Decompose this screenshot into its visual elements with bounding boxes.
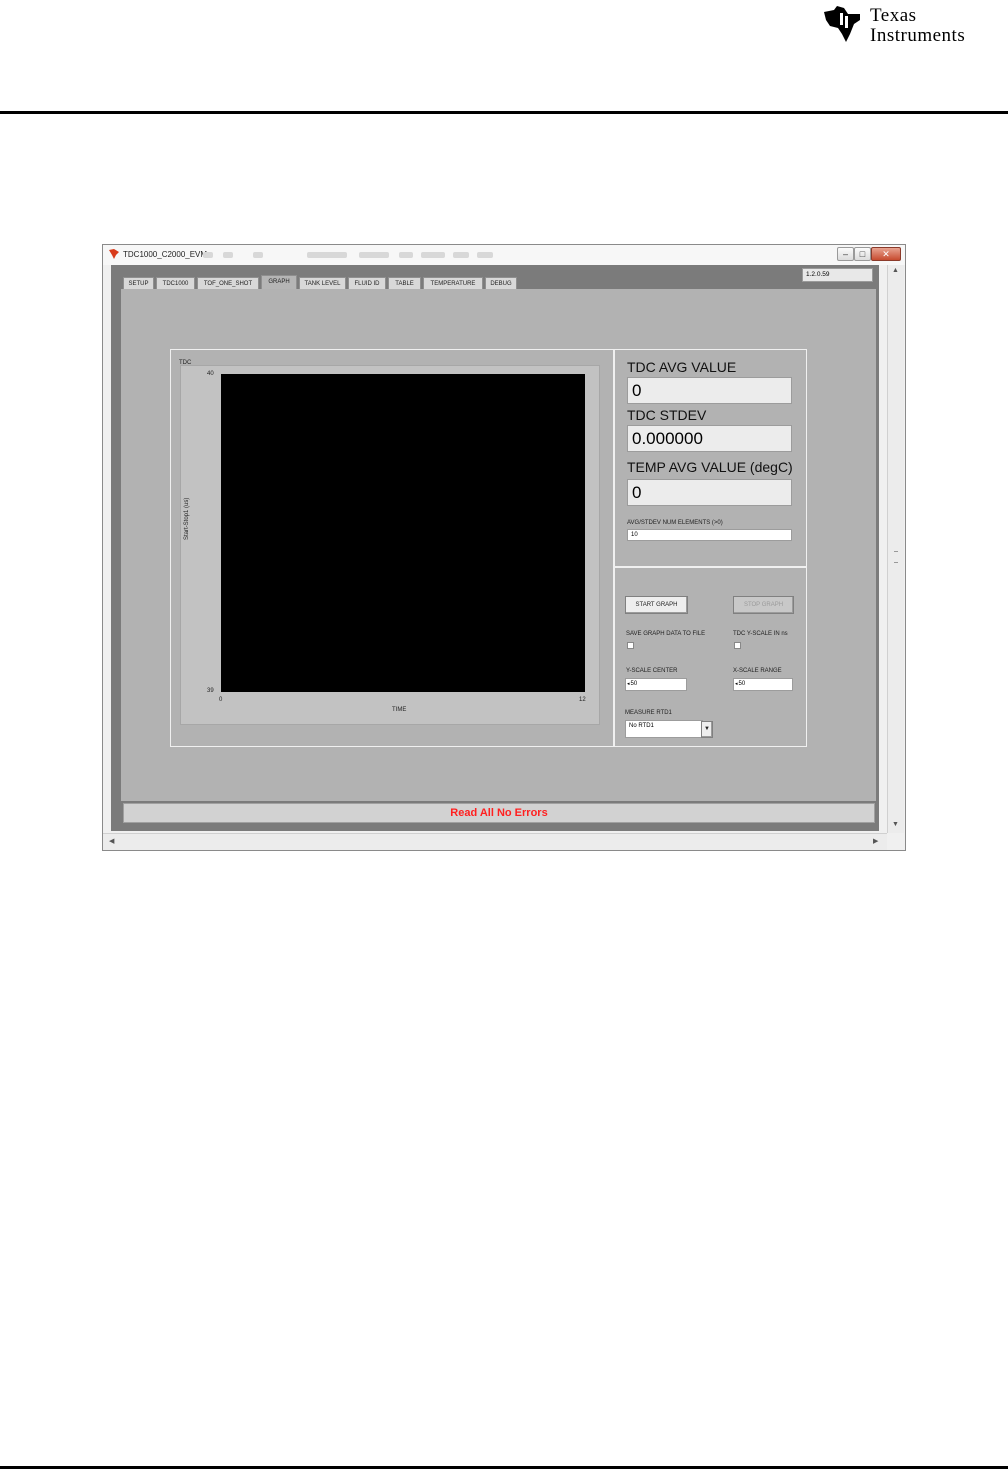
graph-title: TDC	[179, 360, 192, 366]
measure-rtd1-select[interactable]: No RTD1	[625, 720, 703, 738]
save-graph-label: SAVE GRAPH DATA TO FILE	[626, 631, 706, 637]
scroll-down-arrow-icon[interactable]: ▼	[892, 821, 899, 828]
chevron-down-icon[interactable]: ▼	[701, 721, 713, 738]
scrollbar-grip[interactable]	[894, 551, 898, 563]
status-bar: Read All No Errors	[123, 803, 875, 823]
footer-rule	[0, 1466, 1008, 1469]
measure-rtd1-value: No RTD1	[629, 723, 654, 729]
x-scale-range-value: 50	[738, 681, 746, 687]
vertical-scrollbar[interactable]: ▲ ▼	[887, 265, 904, 833]
x-scale-range-input[interactable]: ◂50	[733, 678, 793, 691]
temp-avg-value: 0	[627, 479, 792, 506]
scroll-left-arrow-icon[interactable]: ◀	[109, 837, 114, 845]
version-indicator: 1.2.0.59	[802, 268, 873, 282]
y-scale-center-label: Y-SCALE CENTER	[626, 668, 678, 674]
logo-line-2: Instruments	[870, 25, 966, 46]
plot-area[interactable]	[221, 374, 585, 692]
toolbar-blurred-item[interactable]	[359, 252, 389, 258]
horizontal-scrollbar[interactable]: ◀ ▶	[103, 833, 887, 850]
app-window: TDC1000_C2000_EVM – □ ✕ SETUP TDC1000 TO…	[102, 244, 906, 851]
texas-instruments-logo: Texas Instruments	[820, 2, 1008, 48]
y-scale-center-value: 50	[630, 681, 638, 687]
minimize-button[interactable]: –	[837, 247, 854, 261]
x-axis-max-tick: 12	[579, 697, 586, 703]
tdc-avg-value: 0	[627, 377, 792, 404]
y-axis-min-tick: 39	[207, 688, 214, 694]
x-axis-min-tick: 0	[219, 697, 223, 703]
title-bar[interactable]: TDC1000_C2000_EVM – □ ✕	[103, 245, 905, 265]
toolbar-blurred-item[interactable]	[307, 252, 347, 258]
x-axis-label: TIME	[392, 707, 407, 713]
tdc-stdev-value: 0.000000	[627, 425, 792, 452]
stop-graph-button[interactable]: STOP GRAPH	[733, 596, 794, 614]
menu-blurred-item[interactable]	[421, 252, 445, 258]
num-elements-input[interactable]: 10	[627, 529, 792, 541]
y-axis-max-tick: 40	[207, 371, 214, 377]
window-title: TDC1000_C2000_EVM	[123, 250, 208, 259]
y-scale-center-input[interactable]: ◂50	[625, 678, 687, 691]
menu-blurred-item[interactable]	[477, 252, 493, 258]
save-graph-checkbox[interactable]	[627, 642, 634, 649]
tdc-stdev-label: TDC STDEV	[627, 407, 707, 423]
toolbar-pause-icon[interactable]	[253, 252, 263, 258]
logo-line-1: Texas	[870, 5, 917, 26]
temp-avg-label: TEMP AVG VALUE (degC)	[627, 459, 793, 475]
menu-blurred-item[interactable]	[453, 252, 469, 258]
num-elements-label: AVG/STDEV NUM ELEMENTS (>0)	[627, 520, 723, 526]
tdc-avg-label: TDC AVG VALUE	[627, 359, 737, 375]
maximize-button[interactable]: □	[854, 247, 871, 261]
start-graph-button[interactable]: START GRAPH	[625, 596, 688, 614]
measure-rtd1-label: MEASURE RTD1	[625, 710, 672, 716]
y-scale-ns-checkbox[interactable]	[734, 642, 741, 649]
scroll-right-arrow-icon[interactable]: ▶	[873, 837, 878, 845]
labview-app-icon	[109, 249, 119, 259]
menu-blurred-item[interactable]	[399, 252, 413, 258]
x-scale-range-label: X-SCALE RANGE	[733, 668, 782, 674]
toolbar-run-icon[interactable]	[203, 252, 213, 258]
ti-map-icon	[824, 6, 860, 42]
y-scale-ns-label: TDC Y-SCALE IN ns	[733, 631, 788, 637]
toolbar-stop-icon[interactable]	[223, 252, 233, 258]
header-rule	[0, 111, 1008, 114]
y-axis-label: Start-Stop1 (us)	[184, 497, 190, 540]
close-button[interactable]: ✕	[871, 247, 901, 261]
scroll-up-arrow-icon[interactable]: ▲	[892, 267, 899, 274]
